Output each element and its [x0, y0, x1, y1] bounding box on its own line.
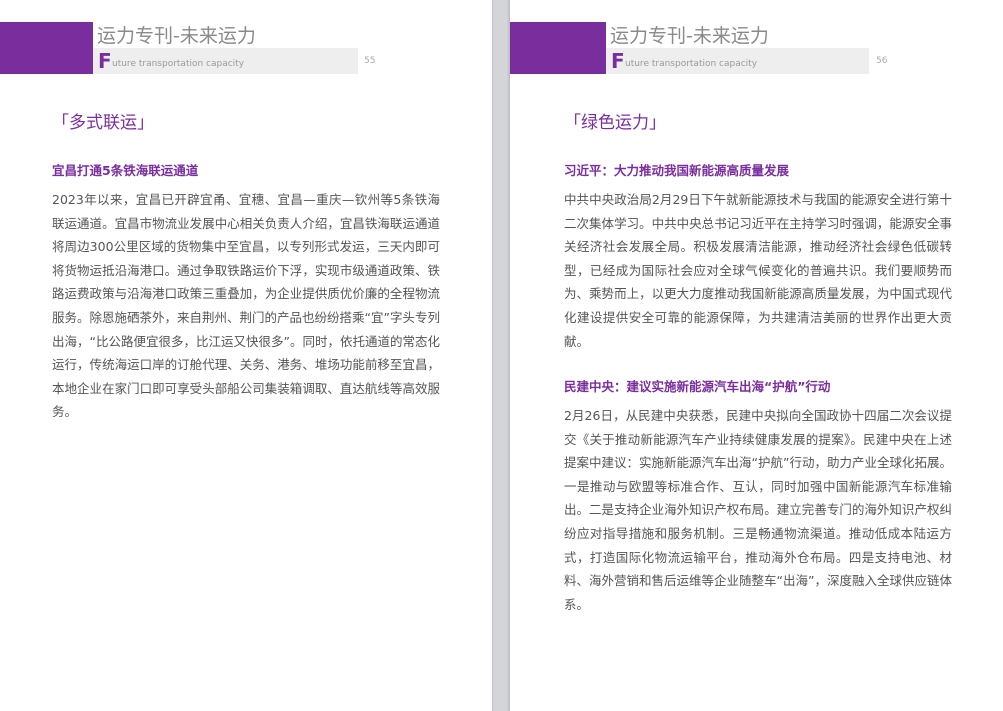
- book-gutter: [492, 0, 510, 711]
- right-page: 运力专刊-未来运力 F uture transportation capacit…: [510, 0, 1003, 711]
- article-title: 习近平：大力推动我国新能源高质量发展: [564, 163, 790, 178]
- magazine-title: 运力专刊-未来运力: [610, 25, 769, 47]
- subtitle-initial: F: [611, 49, 625, 73]
- subtitle-text: uture transportation capacity: [112, 59, 245, 69]
- header-accent-block: [0, 22, 93, 74]
- article-body: 2月26日，从民建中央获悉，民建中央拟向全国政协十四届二次会议提交《关于推动新能…: [564, 408, 952, 612]
- section-heading: 「多式联运」: [52, 113, 154, 133]
- article-body: 2023年以来，宜昌已开辟宜甬、宜穗、宜昌—重庆—钦州等5条铁海联运通道。宜昌市…: [52, 192, 440, 420]
- page-number: 56: [876, 56, 888, 66]
- subtitle-initial: F: [98, 49, 112, 73]
- header-accent-block: [510, 22, 606, 74]
- article-title: 宜昌打通5条铁海联运通道: [52, 163, 199, 178]
- left-page: 运力专刊-未来运力 F uture transportation capacit…: [0, 0, 492, 711]
- subtitle-bar: F uture transportation capacity: [606, 48, 869, 74]
- article-title: 民建中央：建议实施新能源汽车出海“护航”行动: [564, 379, 831, 394]
- page-number: 55: [364, 56, 376, 66]
- article-body: 中共中央政治局2月29日下午就新能源技术与我国的能源安全进行第十二次集体学习。中…: [564, 192, 952, 349]
- section-heading: 「绿色运力」: [564, 113, 666, 133]
- subtitle-bar: F uture transportation capacity: [93, 48, 358, 74]
- subtitle-text: uture transportation capacity: [625, 59, 758, 69]
- magazine-title: 运力专刊-未来运力: [97, 25, 256, 47]
